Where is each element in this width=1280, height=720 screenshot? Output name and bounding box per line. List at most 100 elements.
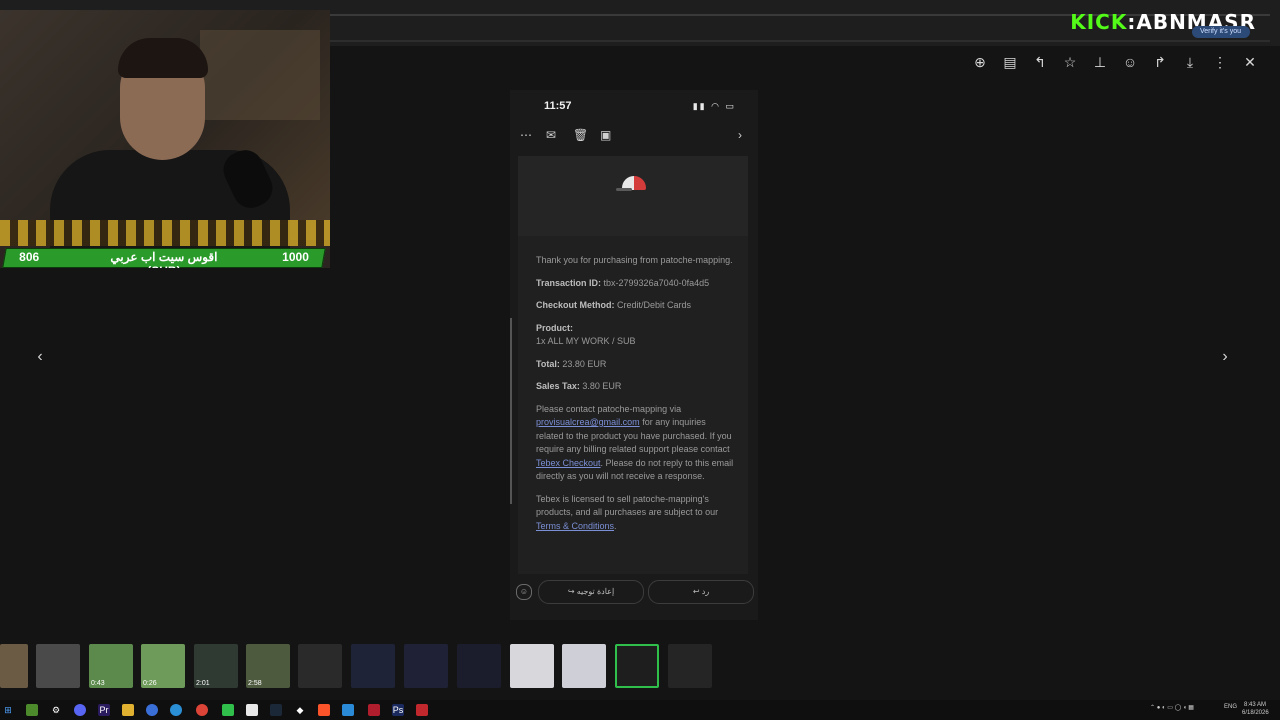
product-label: Product: xyxy=(536,322,573,333)
thumbnail-duration: 0:43 xyxy=(91,680,105,687)
close-icon[interactable]: ✕ xyxy=(1240,52,1260,72)
more-icon[interactable]: ⋮ xyxy=(1210,52,1230,72)
media-viewer-toolbar: ⊕ ▤ ↰ ☆ ⊥ ☺ ↱ ⤓ ⋮ ✕ xyxy=(940,52,1260,72)
app-icon[interactable] xyxy=(26,704,38,716)
tebex-checkout-link[interactable]: Tebex Checkout xyxy=(536,458,601,468)
photoshop-icon[interactable]: Ps xyxy=(392,704,404,716)
tray-language[interactable]: ENG xyxy=(1224,704,1237,710)
media-thumbnail[interactable] xyxy=(510,644,554,688)
app-icon[interactable] xyxy=(368,704,380,716)
license-text-2: . xyxy=(614,520,617,531)
media-thumbnail-strip: 0:43 0:26 2:01 2:58 xyxy=(0,644,720,690)
streamer-headphones xyxy=(118,38,208,78)
chevron-right-icon: › xyxy=(1222,348,1228,365)
caption-icon[interactable]: ▤ xyxy=(1000,52,1020,72)
pin-icon[interactable]: ⊥ xyxy=(1090,52,1110,72)
thumbnail-duration: 2:01 xyxy=(196,680,210,687)
previous-media-button[interactable]: ‹ xyxy=(26,343,54,371)
media-thumbnail[interactable] xyxy=(298,644,342,688)
email-action-bar: ⋯ ✉ 🗑 ▣ › xyxy=(510,126,758,148)
transaction-row: Transaction ID: tbx-2799326a7040-0fa4d5 xyxy=(536,277,734,291)
license-text-1: Tebex is licensed to sell patoche-mappin… xyxy=(536,493,719,518)
checkout-label: Checkout Method: xyxy=(536,300,615,310)
settings-gear-icon[interactable]: ⚙ xyxy=(50,704,62,716)
emoji-reaction-icon: ☺ xyxy=(516,584,532,600)
app-icon[interactable] xyxy=(146,704,158,716)
tebex-cap-brim xyxy=(616,188,632,191)
total-label: Total: xyxy=(536,358,560,369)
phone-status-icons: ▮▮ ◠ ▭ xyxy=(692,101,736,111)
emoji-icon[interactable]: ☺ xyxy=(1120,52,1140,72)
tray-clock-date[interactable]: 6/18/2026 xyxy=(1242,710,1269,716)
total-value: 23.80 EUR xyxy=(562,358,607,369)
trash-icon: 🗑 xyxy=(573,128,589,142)
app-icon[interactable] xyxy=(222,704,234,716)
receipt-content: Thank you for purchasing from patoche-ma… xyxy=(536,254,734,542)
reply-pill: ↩ رد xyxy=(648,580,754,604)
media-thumbnail[interactable] xyxy=(562,644,606,688)
contact-email-link[interactable]: provisualcrea@gmail.com xyxy=(536,417,640,427)
tray-clock-time[interactable]: 8:43 AM xyxy=(1244,702,1266,708)
document-icon[interactable] xyxy=(246,704,258,716)
chevron-left-icon: ‹ xyxy=(37,348,43,365)
email-screenshot: 11:57 ▮▮ ◠ ▭ ⋯ ✉ 🗑 ▣ › Thank you for pur… xyxy=(510,90,758,620)
sub-goal-bar: 806 اقوس سيت اب عربي (SUB) 1000 xyxy=(2,248,326,268)
more-dots-icon: ⋯ xyxy=(520,128,532,142)
premiere-icon[interactable]: Pr xyxy=(98,704,110,716)
next-media-button[interactable]: › xyxy=(1211,343,1239,371)
kick-prefix: KICK xyxy=(1070,10,1128,34)
media-thumbnail[interactable] xyxy=(351,644,395,688)
discord-icon[interactable] xyxy=(74,704,86,716)
media-thumbnail[interactable]: 0:26 xyxy=(141,644,185,688)
total-row: Total: 23.80 EUR xyxy=(536,358,734,372)
tax-row: Sales Tax: 3.80 EUR xyxy=(536,380,734,394)
folder-icon[interactable] xyxy=(122,704,134,716)
media-thumbnail[interactable] xyxy=(36,644,80,688)
brave-icon[interactable] xyxy=(318,704,330,716)
chevron-right-icon: › xyxy=(738,128,742,142)
media-thumbnail-selected[interactable] xyxy=(615,644,659,688)
media-thumbnail[interactable]: 0:43 xyxy=(89,644,133,688)
media-thumbnail[interactable] xyxy=(668,644,712,688)
app-icon[interactable] xyxy=(416,704,428,716)
tray-icons[interactable]: ⌃ ● ◐ ▭ ◯ ◖ ▦ xyxy=(1150,704,1194,711)
zoom-in-icon[interactable]: ⊕ xyxy=(970,52,990,72)
phone-scrollbar xyxy=(510,318,512,504)
webcam-overlay: 806 اقوس سيت اب عربي (SUB) 1000 xyxy=(0,10,330,268)
edge-icon[interactable] xyxy=(170,704,182,716)
product-value: 1x ALL MY WORK / SUB xyxy=(536,336,636,346)
receipt-intro: Thank you for purchasing from patoche-ma… xyxy=(536,255,733,265)
windows-start-icon[interactable]: ⊞ xyxy=(2,704,14,716)
chrome-icon[interactable] xyxy=(196,704,208,716)
license-paragraph: Tebex is licensed to sell patoche-mappin… xyxy=(536,493,734,534)
egyptian-frame-decoration xyxy=(0,220,330,246)
email-reply-bar: ☺ ↪ إعادة توجيه ↩ رد xyxy=(510,578,758,606)
verify-account-pill[interactable]: Verify it's you xyxy=(1192,26,1250,38)
forward-icon[interactable]: ↱ xyxy=(1150,52,1170,72)
media-thumbnail[interactable] xyxy=(457,644,501,688)
transaction-label: Transaction ID: xyxy=(536,277,602,288)
mark-unread-icon: ✉ xyxy=(546,128,557,142)
transaction-value: tbx-2799326a7040-0fa4d5 xyxy=(603,277,710,288)
checkout-row: Checkout Method: Credit/Debit Cards xyxy=(536,299,734,313)
star-icon[interactable]: ☆ xyxy=(1060,52,1080,72)
media-thumbnail[interactable]: 2:58 xyxy=(246,644,290,688)
thumbnail-duration: 2:58 xyxy=(248,680,262,687)
reply-label: رد xyxy=(701,587,710,596)
app-icon[interactable]: ◆ xyxy=(294,704,306,716)
sub-goal-target: 1000 xyxy=(282,250,310,264)
sub-goal-current: 806 xyxy=(19,250,40,264)
sub-goal-label: اقوس سيت اب عربي (SUB) xyxy=(110,250,218,268)
media-thumbnail[interactable] xyxy=(0,644,28,688)
phone-status-bar: 11:57 ▮▮ ◠ ▭ xyxy=(510,90,758,122)
archive-icon: ▣ xyxy=(600,128,612,142)
steam-icon[interactable] xyxy=(270,704,282,716)
download-icon[interactable]: ⤓ xyxy=(1180,52,1200,72)
media-thumbnail[interactable] xyxy=(404,644,448,688)
terms-link[interactable]: Terms & Conditions xyxy=(536,521,614,531)
reply-icon[interactable]: ↰ xyxy=(1030,52,1050,72)
webcam-shelf xyxy=(200,30,320,120)
app-icon[interactable] xyxy=(342,704,354,716)
phone-time: 11:57 xyxy=(544,100,572,112)
media-thumbnail[interactable]: 2:01 xyxy=(194,644,238,688)
